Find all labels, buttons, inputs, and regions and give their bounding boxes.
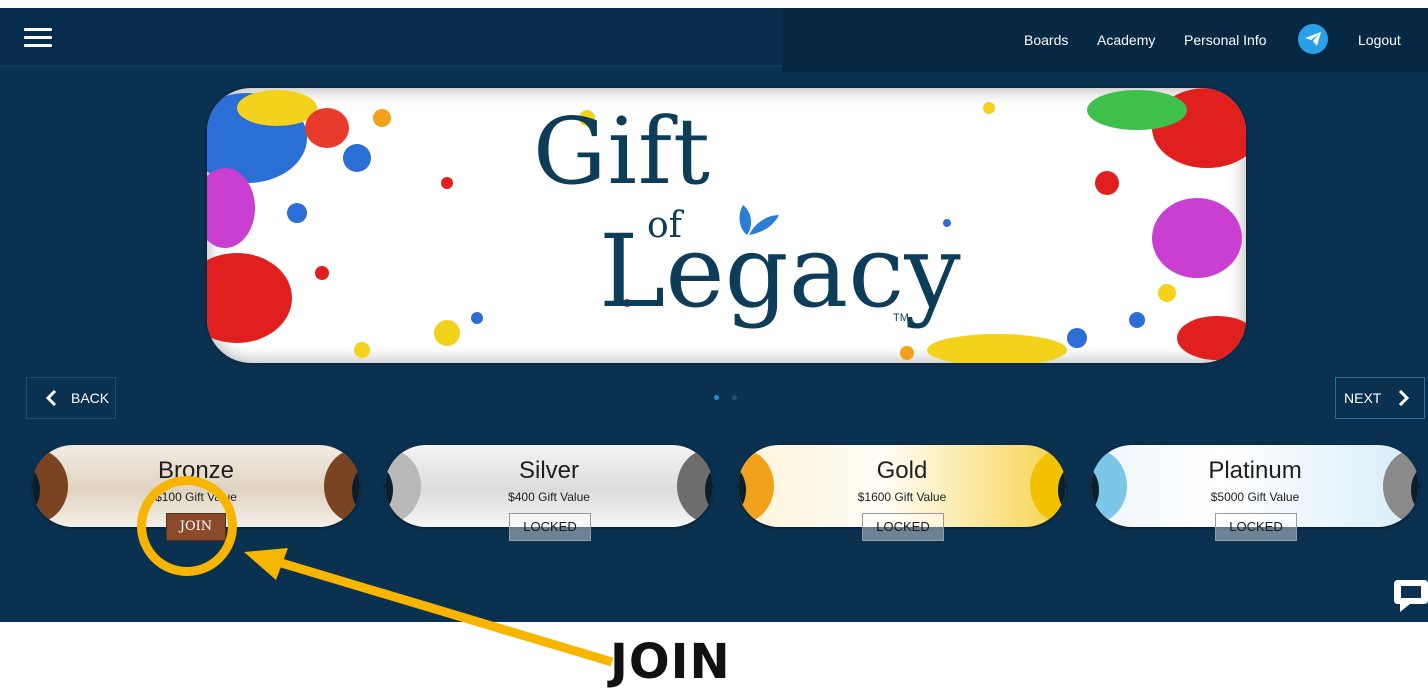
annotation-join-label: JOIN <box>610 634 731 690</box>
annotation-arrow <box>244 548 614 667</box>
